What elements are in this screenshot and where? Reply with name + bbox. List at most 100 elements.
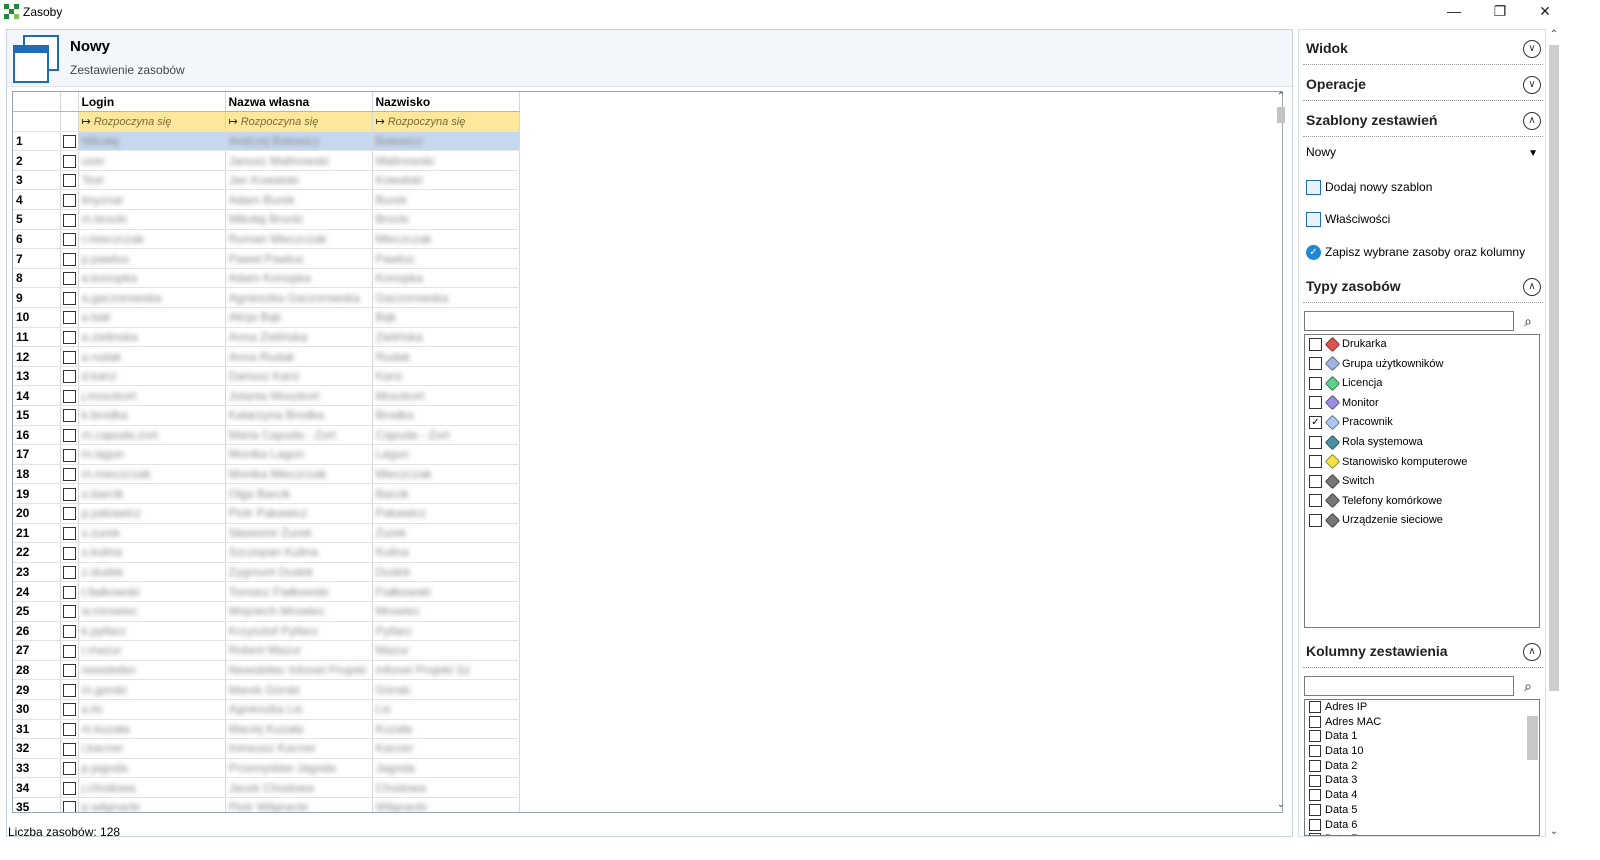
table-row[interactable]: 2 user Janusz Malinowski Malinowski [13,150,520,171]
table-row[interactable]: 26 k.pytlarz Krzysztof Pytlarz Pytlarz [13,621,520,642]
row-checkbox[interactable] [62,644,76,658]
row-checkbox[interactable] [62,389,76,403]
template-select[interactable]: Nowy ▼ [1306,145,1542,167]
cell-name[interactable]: Jacek Chodowa [225,777,373,798]
table-row[interactable]: 29 m.gorski Marek Górski Górski [13,679,520,700]
list-item[interactable]: Switch [1305,472,1539,492]
cell-login[interactable]: j.chodowa [78,777,226,798]
minimize-button[interactable]: — [1431,0,1477,24]
row-checkbox[interactable] [62,801,76,812]
table-row[interactable]: 31 m.kuzała Maciej Kuzała Kuzała [13,719,520,740]
row-checkbox-cell[interactable] [60,621,79,642]
table-row[interactable]: 35 p.wilgnacki Piotr Wilgnacki Wilgnacki [13,797,520,812]
cell-surname[interactable]: Kanz [372,366,520,387]
cell-login[interactable]: t.fialkowski [78,581,226,602]
cell-name[interactable]: Piotr Pakawicz [225,503,373,524]
row-checkbox-cell[interactable] [60,327,79,348]
column-header-name[interactable]: Nazwa własna [225,92,373,113]
row-checkbox-cell[interactable] [60,640,79,661]
row-checkbox[interactable] [62,233,76,247]
cell-surname[interactable]: Lagun [372,444,520,465]
cell-name[interactable]: Jolanta Moszkort [225,385,373,406]
cell-login[interactable]: a.rudak [78,346,226,367]
column-checkbox[interactable] [1309,818,1321,831]
cell-surname[interactable]: Brocki [372,209,520,230]
cell-name[interactable]: Tomasz Fiałkowski [225,581,373,602]
table-row[interactable]: 20 p.pakawicz Piotr Pakawicz Pakawicz [13,503,520,524]
cell-login[interactable]: p.pakawicz [78,503,226,524]
section-kolumny[interactable]: Kolumny zestawienia [1306,643,1448,659]
section-widok[interactable]: Widok [1306,40,1348,56]
cell-login[interactable]: a.lis [78,699,226,720]
table-row[interactable]: 4 lmyznar Adam Burek Burek [13,189,520,211]
cell-login[interactable]: m.capuda.zort [78,425,226,446]
cell-name[interactable]: Janusz Malinowski [225,150,373,171]
cell-surname[interactable]: Kowalski [372,170,520,191]
table-row[interactable]: 19 o.barcik Olga Barcik Barcik [13,483,520,504]
cell-surname[interactable]: Burek [372,189,520,211]
list-item[interactable]: Drukarka [1305,335,1539,355]
column-checkbox[interactable] [1309,789,1321,802]
list-item[interactable]: Monitor [1305,394,1539,414]
list-item[interactable]: Data 4 [1305,788,1539,803]
table-row[interactable]: 23 z.dudek Zygmunt Dudek Dudek [13,562,520,583]
cell-surname[interactable]: Pytlarz [372,621,520,642]
list-item[interactable]: Adres IP [1305,700,1539,715]
row-checkbox[interactable] [62,409,76,423]
row-checkbox-cell[interactable] [60,758,79,779]
table-row[interactable]: 14 j.moszkort Jolanta Moszkort Moszkort [13,385,520,406]
cell-name[interactable]: Wojciech Mrowiec [225,601,373,622]
cell-name[interactable]: Sławomir Żurek [225,523,373,544]
cell-name[interactable]: Piotr Wilgnacki [225,797,373,812]
cell-surname[interactable]: Mazur [372,640,520,661]
cell-login[interactable]: k.brodka [78,405,226,426]
columns-scroll-thumb[interactable] [1527,716,1538,760]
scroll-down-icon[interactable]: ⌄ [1548,826,1560,837]
row-checkbox-cell[interactable] [60,503,79,524]
search-icon[interactable]: ⌕ [1519,312,1537,330]
type-checkbox[interactable] [1309,435,1322,449]
column-checkbox[interactable] [1309,715,1321,728]
row-checkbox-cell[interactable] [60,229,79,250]
cell-login[interactable]: m.lagun [78,444,226,465]
cell-login[interactable]: p.pawlus [78,248,226,269]
column-checkbox[interactable] [1309,730,1321,743]
cell-surname[interactable]: Brodka [372,405,520,426]
table-row[interactable]: 30 a.lis Agnieszka Lis Lis [13,699,520,720]
table-row[interactable]: 18 m.mieczczak Monika Mieczczak Mieczczak [13,464,520,485]
cell-login[interactable]: lmyznar [78,189,226,211]
cell-login[interactable]: a.konopka [78,268,226,289]
row-checkbox-cell[interactable] [60,131,79,152]
cell-surname[interactable]: Bąk [372,307,520,328]
section-szablony[interactable]: Szablony zestawień [1306,112,1437,128]
cell-name[interactable]: Katarzyna Brodka [225,405,373,426]
chevron-up-icon[interactable]: ∧ [1523,278,1541,296]
table-row[interactable]: 22 s.kulina Szczepan Kulina Kulina [13,542,520,563]
cell-name[interactable]: Maciej Kuzała [225,719,373,740]
table-row[interactable]: 27 r.mazur Robert Mazur Mazur [13,640,520,661]
row-checkbox-cell[interactable] [60,287,79,309]
cell-login[interactable]: z.dudek [78,562,226,583]
row-checkbox-cell[interactable] [60,562,79,583]
close-button[interactable]: ✕ [1522,0,1568,24]
type-checkbox[interactable] [1309,494,1322,508]
row-checkbox-cell[interactable] [60,444,79,465]
list-item[interactable]: Grupa użytkowników [1305,355,1539,375]
row-checkbox[interactable] [62,664,76,678]
cell-name[interactable]: Marek Górski [225,679,373,700]
row-checkbox[interactable] [62,291,76,305]
type-checkbox[interactable]: ✓ [1309,415,1322,429]
cell-surname[interactable]: Pawlus [372,248,520,269]
cell-surname[interactable]: Chodowa [372,777,520,798]
row-checkbox[interactable] [62,350,76,364]
column-header-surname[interactable]: Nazwisko [372,92,520,113]
list-item[interactable]: Rola systemowa [1305,433,1539,453]
cell-name[interactable]: Agnieszka Gaczorowska [225,287,373,309]
cell-name[interactable]: Dariusz Kanz [225,366,373,387]
row-checkbox-cell[interactable] [60,189,79,211]
cell-login[interactable]: k.pytlarz [78,621,226,642]
row-checkbox[interactable] [62,468,76,482]
cell-name[interactable]: Zygmunt Dudek [225,562,373,583]
column-checkbox[interactable] [1309,701,1321,714]
type-checkbox[interactable] [1309,455,1322,469]
